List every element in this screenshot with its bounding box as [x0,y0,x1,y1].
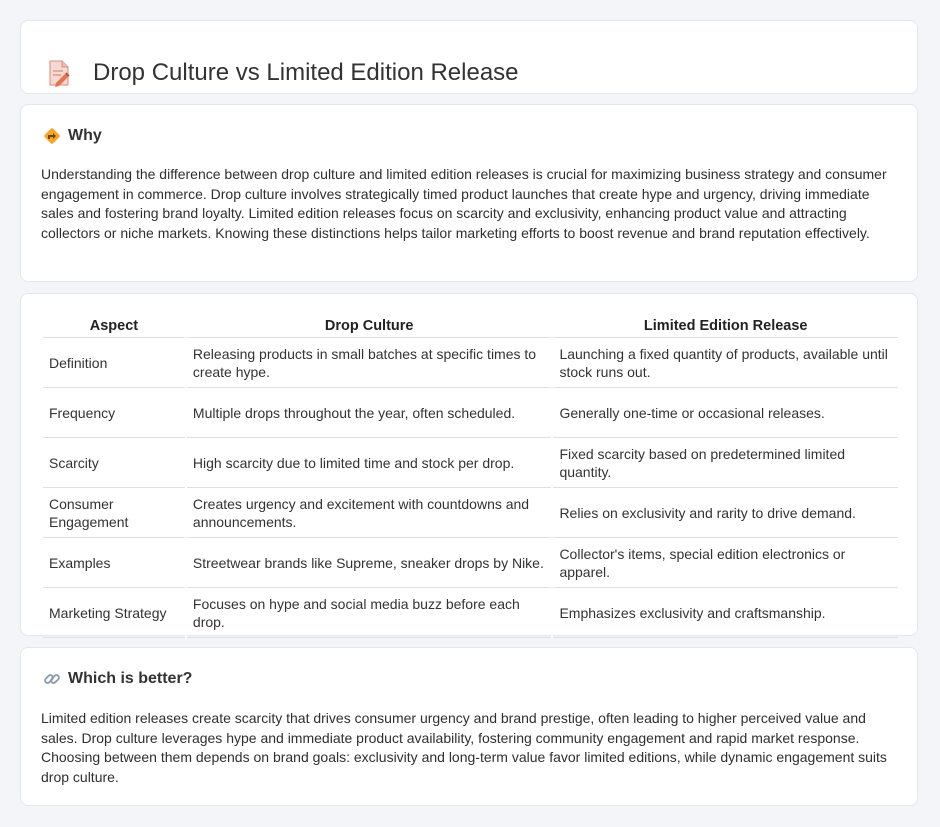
row-aspect: Definition [43,337,186,388]
table-row: Definition Releasing products in small b… [43,337,898,388]
table-row: Frequency Multiple drops throughout the … [43,387,898,438]
row-drop-culture: Focuses on hype and social media buzz be… [184,587,553,638]
page-title: Drop Culture vs Limited Edition Release [93,59,519,87]
row-aspect: Frequency [43,387,186,438]
better-heading: Which is better? [43,670,192,688]
row-limited-edition: Emphasizes exclusivity and craftsmanship… [551,587,898,638]
table-row: Examples Streetwear brands like Supreme,… [43,537,898,588]
header-card: Drop Culture vs Limited Edition Release [20,20,918,94]
row-aspect: Marketing Strategy [43,587,186,638]
link-icon [44,674,60,684]
document-pencil-icon [49,60,70,88]
row-drop-culture: Releasing products in small batches at s… [184,337,553,388]
row-limited-edition: Generally one-time or occasional release… [551,387,898,438]
row-drop-culture: Multiple drops throughout the year, ofte… [184,387,553,438]
row-limited-edition: Collector's items, special edition elect… [551,537,898,588]
better-title: Which is better? [68,670,193,687]
which-better-card: Which is better? Limited edition release… [20,647,918,806]
header-row: Drop Culture vs Limited Edition Release [47,43,519,103]
comparison-table: Aspect Drop Culture Limited Edition Rele… [43,316,898,638]
why-title: Why [68,127,102,144]
table-row: Consumer Engagement Creates urgency and … [43,487,898,538]
table-row: Scarcity High scarcity due to limited ti… [43,437,898,488]
row-limited-edition: Fixed scarcity based on predetermined li… [551,437,898,488]
table-row: Marketing Strategy Focuses on hype and s… [43,587,898,638]
why-heading: Why [43,127,102,145]
table-header-row: Aspect Drop Culture Limited Edition Rele… [43,316,898,338]
header-drop-culture: Drop Culture [184,316,553,338]
row-drop-culture: Streetwear brands like Supreme, sneaker … [184,537,553,588]
row-limited-edition: Launching a fixed quantity of products, … [551,337,898,388]
comparison-card: Aspect Drop Culture Limited Edition Rele… [20,293,918,638]
better-text: Limited edition releases create scarcity… [41,710,887,785]
row-aspect: Examples [43,537,186,588]
why-card: Why Understanding the difference between… [20,104,918,282]
row-drop-culture: High scarcity due to limited time and st… [184,437,553,488]
header-limited-edition: Limited Edition Release [551,316,898,338]
row-drop-culture: Creates urgency and excitement with coun… [184,487,553,538]
row-aspect: Consumer Engagement [43,487,186,538]
header-aspect: Aspect [43,316,186,338]
why-text: Understanding the difference between dro… [41,166,887,241]
row-limited-edition: Relies on exclusivity and rarity to driv… [551,487,898,538]
diamond-direction-icon [44,128,60,144]
row-aspect: Scarcity [43,437,186,488]
